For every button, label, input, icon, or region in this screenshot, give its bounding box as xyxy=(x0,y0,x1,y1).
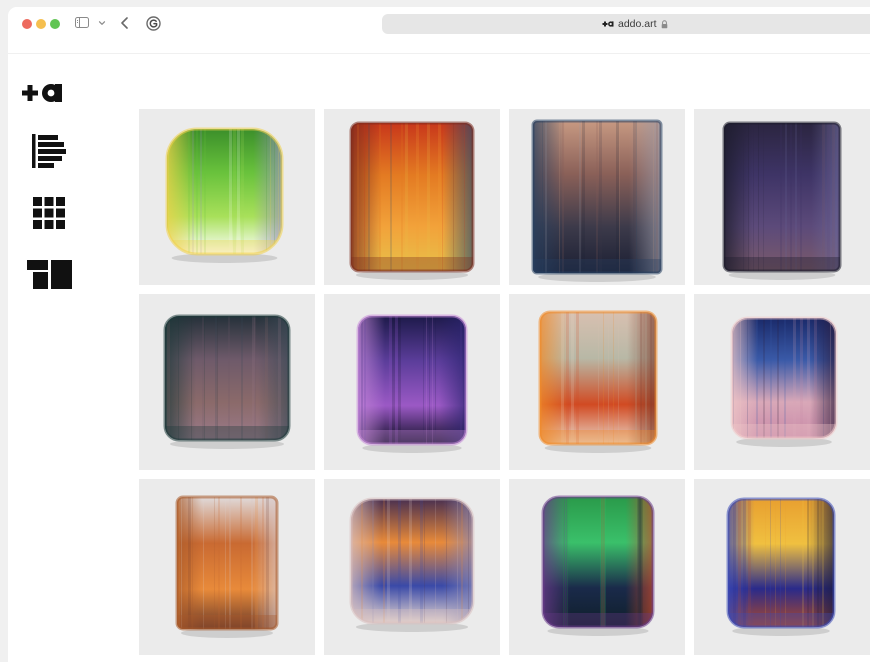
artwork-tile[interactable] xyxy=(694,479,870,655)
artwork-image xyxy=(541,495,655,636)
back-arrow-icon[interactable] xyxy=(118,15,132,31)
artwork-image xyxy=(722,121,842,280)
artwork-image xyxy=(349,497,475,632)
address-bar[interactable]: addo.art xyxy=(382,14,870,34)
artwork-tile[interactable] xyxy=(694,294,870,470)
lock-icon xyxy=(661,19,667,28)
artwork-image xyxy=(349,121,475,280)
zoom-window-button[interactable] xyxy=(50,19,60,29)
artwork-tile[interactable] xyxy=(139,109,315,285)
close-window-button[interactable] xyxy=(22,19,32,29)
artwork-tile[interactable] xyxy=(139,479,315,655)
artwork-gallery xyxy=(139,109,870,655)
artwork-image xyxy=(730,316,838,447)
browser-window: addo.art xyxy=(8,7,870,662)
mosaic-view-icon[interactable] xyxy=(27,260,72,289)
artwork-tile[interactable] xyxy=(509,294,685,470)
artwork-tile[interactable] xyxy=(324,479,500,655)
chevron-down-icon[interactable] xyxy=(98,19,106,27)
addo-plus-a-icon xyxy=(602,21,614,27)
list-view-icon[interactable] xyxy=(32,134,66,168)
artwork-image xyxy=(163,314,291,449)
artwork-image xyxy=(538,310,658,453)
browser-toolbar: addo.art xyxy=(8,7,870,54)
artwork-tile[interactable] xyxy=(324,109,500,285)
address-bar-content: addo.art xyxy=(602,14,668,34)
addo-plus-a-logo[interactable] xyxy=(22,83,66,103)
artwork-tile[interactable] xyxy=(324,294,500,470)
grammarly-extension-icon[interactable] xyxy=(146,16,161,31)
artwork-image xyxy=(175,495,279,638)
artwork-tile[interactable] xyxy=(509,479,685,655)
minimize-window-button[interactable] xyxy=(36,19,46,29)
artwork-tile[interactable] xyxy=(139,294,315,470)
grid-view-icon[interactable] xyxy=(33,197,65,229)
url-text: addo.art xyxy=(618,18,657,30)
artwork-tile[interactable] xyxy=(509,109,685,285)
artwork-image xyxy=(531,119,663,282)
artwork-image xyxy=(726,497,836,636)
artwork-tile[interactable] xyxy=(694,109,870,285)
artwork-image xyxy=(165,127,284,263)
artwork-image xyxy=(356,314,468,453)
sidebar-toggle-icon[interactable] xyxy=(75,17,89,28)
